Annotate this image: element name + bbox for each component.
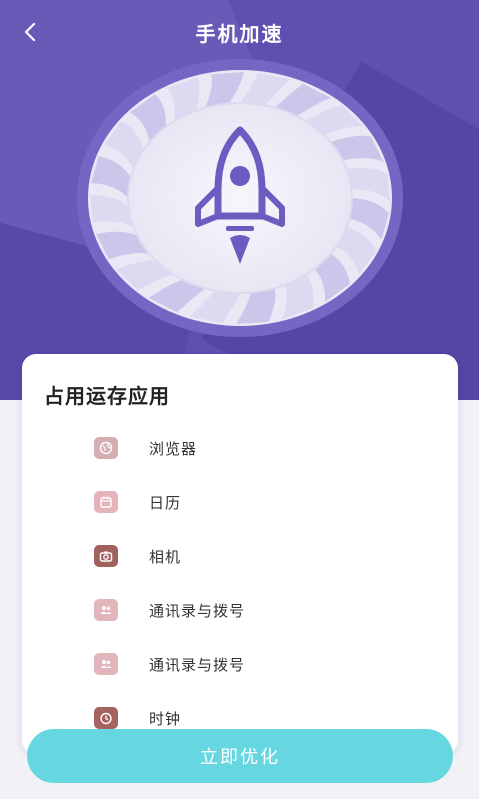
optimize-now-button[interactable]: 立即优化	[27, 729, 453, 783]
app-name: 浏览器	[149, 440, 198, 458]
clock-icon-glyph	[100, 712, 112, 725]
globe-icon	[94, 437, 118, 459]
app-name: 通讯录与拨号	[149, 656, 246, 674]
app-list-item[interactable]: 相机	[22, 537, 458, 577]
speed-boost-screen: 手机加速 占用运存应用 浏览器日历相机通讯录与拨号 通讯录与拨号 时钟 立即优化	[0, 0, 479, 799]
app-name: 日历	[149, 494, 182, 512]
panel-title: 占用运存应用	[44, 384, 170, 408]
contacts-icon	[94, 599, 118, 621]
globe-icon-glyph	[99, 441, 113, 455]
app-list-item[interactable]: 日历	[22, 483, 458, 523]
contacts-icon-glyph	[100, 660, 112, 668]
contacts-icon-glyph	[100, 606, 112, 614]
app-list-item[interactable]: 通讯录与拨号	[22, 591, 458, 631]
camera-icon-glyph	[99, 551, 113, 562]
speed-dial-illustration	[77, 59, 403, 337]
app-name: 通讯录与拨号	[149, 602, 246, 620]
top-bar: 手机加速	[0, 0, 479, 64]
running-apps-panel: 占用运存应用 浏览器日历相机通讯录与拨号 通讯录与拨号 时钟	[22, 354, 458, 754]
calendar-icon	[94, 491, 118, 513]
app-list-item[interactable]: 通讯录与拨号	[22, 645, 458, 685]
page-title: 手机加速	[195, 22, 284, 46]
app-list-item[interactable]: 浏览器	[22, 429, 458, 469]
clock-icon	[94, 707, 118, 729]
app-name: 相机	[149, 548, 182, 566]
contacts-icon	[94, 653, 118, 675]
calendar-icon-glyph	[100, 496, 112, 508]
camera-icon	[94, 545, 118, 567]
app-name: 时钟	[149, 710, 182, 728]
